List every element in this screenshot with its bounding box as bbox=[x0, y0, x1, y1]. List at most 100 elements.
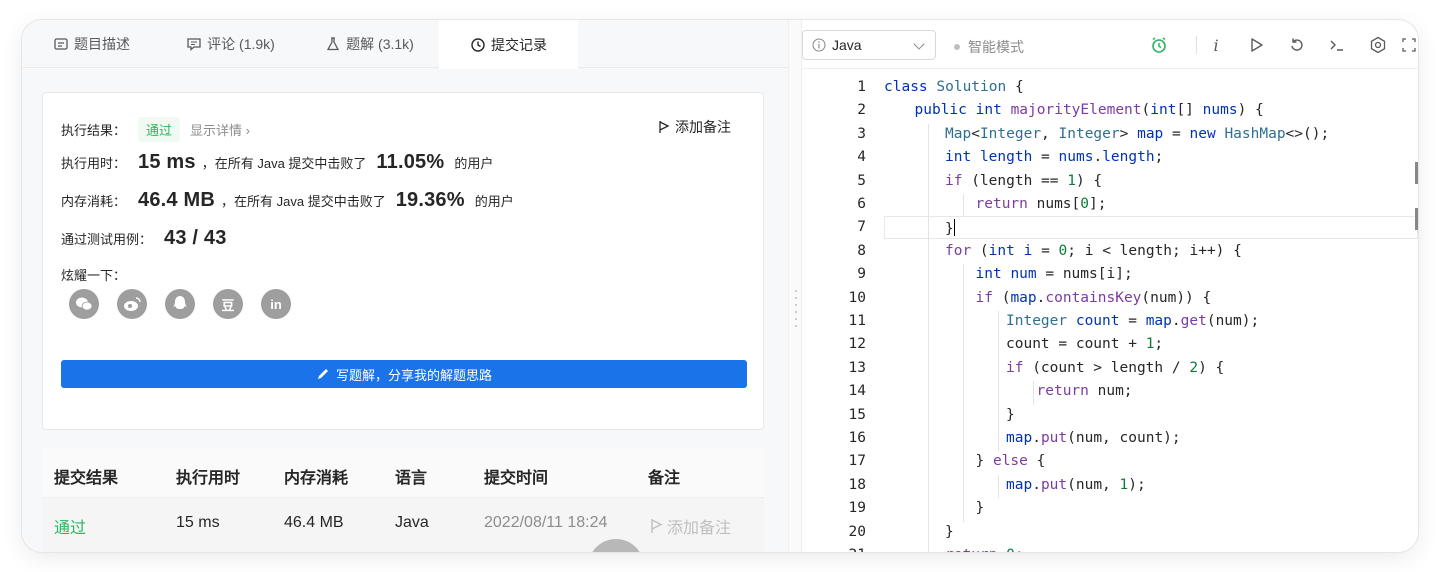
indent-guide bbox=[998, 474, 999, 499]
col-result: 提交结果 bbox=[54, 470, 119, 487]
write-solution-button[interactable]: 写题解，分享我的解题思路 bbox=[61, 360, 747, 388]
write-solution-label: 写题解，分享我的解题思路 bbox=[335, 367, 492, 383]
indent-guide bbox=[963, 311, 964, 335]
code-line: 16 map.put(num, count); bbox=[802, 428, 1418, 452]
tab-solutions[interactable]: 题解 (3.1k) bbox=[300, 20, 439, 68]
indent-guide bbox=[928, 474, 929, 499]
clock-icon bbox=[471, 37, 485, 52]
code-text: Map<Integer, Integer> map = new HashMap<… bbox=[945, 125, 1330, 142]
weibo-icon[interactable] bbox=[117, 289, 147, 319]
douban-icon[interactable]: 豆 bbox=[213, 289, 243, 319]
code-text: for (int i = 0; i < length; i++) { bbox=[945, 242, 1242, 259]
code-text: class Solution { bbox=[884, 79, 1024, 95]
indent-guide bbox=[998, 334, 999, 358]
code-line: 8 for (int i = 0; i < length; i++) { bbox=[802, 240, 1418, 265]
indent-guide bbox=[963, 451, 964, 475]
indent-guide bbox=[928, 194, 929, 218]
indent-guide bbox=[928, 381, 929, 405]
indent-guide bbox=[928, 240, 929, 265]
indent-guide bbox=[963, 404, 964, 428]
fullscreen-icon[interactable] bbox=[1398, 34, 1418, 56]
resize-grip-icon bbox=[794, 290, 797, 340]
indent-guide bbox=[998, 357, 999, 382]
col-submitted: 提交时间 bbox=[484, 470, 549, 487]
text-caret bbox=[953, 219, 956, 237]
smart-mode-toggle[interactable]: 智能模式 bbox=[954, 37, 1024, 57]
indent-guide bbox=[963, 334, 964, 358]
tab-comments[interactable]: 评论 (1.9k) bbox=[161, 20, 300, 68]
code-text: return num; bbox=[1036, 383, 1133, 400]
toolbar-divider bbox=[1196, 36, 1197, 54]
smart-mode-label: 智能模式 bbox=[968, 39, 1024, 55]
tests-row: 通过测试用例： 43 / 43 bbox=[61, 227, 227, 250]
indent-guide bbox=[928, 334, 929, 358]
qq-icon[interactable] bbox=[165, 289, 195, 319]
tab-description[interactable]: 题目描述 bbox=[22, 20, 161, 68]
submissions-table: 提交结果 执行用时 内存消耗 语言 提交时间 备注 通过 15 ms 46.4 … bbox=[42, 448, 764, 552]
code-text: map.put(num, 1); bbox=[1006, 476, 1146, 493]
line-number: 2 bbox=[857, 102, 866, 119]
line-number: 18 bbox=[848, 476, 866, 493]
code-text: int length = nums.length; bbox=[945, 149, 1164, 166]
col-memory: 内存消耗 bbox=[284, 470, 349, 487]
code-text: } bbox=[945, 219, 956, 238]
code-editor[interactable]: 1 class Solution { 2 public int majorityEle… bbox=[802, 69, 1418, 552]
indent-guide bbox=[963, 474, 964, 499]
runtime-percentile: 11.05% bbox=[376, 151, 445, 173]
info-icon[interactable]: i bbox=[1205, 34, 1227, 56]
tab-label: 题解 (3.1k) bbox=[346, 36, 414, 52]
console-icon[interactable] bbox=[1326, 34, 1348, 56]
code-text: } bbox=[945, 523, 954, 540]
memory-value: 46.4 MB bbox=[138, 189, 216, 211]
language-select[interactable]: Java bbox=[802, 30, 936, 60]
indent-guide bbox=[928, 428, 929, 452]
line-number: 14 bbox=[848, 383, 866, 400]
code-line: 21 return 0; bbox=[802, 545, 1418, 552]
code-line: 7} bbox=[802, 217, 1418, 241]
code-text: int num = nums[i]; bbox=[975, 266, 1133, 283]
indent-guide bbox=[963, 498, 964, 522]
code-line: 5 if (length == 1) { bbox=[802, 170, 1418, 194]
linkedin-icon[interactable]: in bbox=[261, 289, 291, 319]
panel-resizer[interactable] bbox=[788, 20, 802, 552]
indent-guide bbox=[963, 287, 964, 311]
line-number: 5 bbox=[857, 172, 866, 189]
tests-value: 43 / 43 bbox=[164, 227, 227, 249]
tab-label: 评论 (1.9k) bbox=[207, 36, 275, 52]
code-text: public int majorityElement(int[] nums) { bbox=[914, 102, 1264, 119]
table-row[interactable]: 通过 15 ms 46.4 MB Java 2022/08/11 18:24 添… bbox=[42, 498, 764, 552]
memory-mid-text: ，在所有 Java 提交中击败了 bbox=[221, 194, 386, 209]
settings-icon[interactable] bbox=[1367, 34, 1389, 56]
reset-icon[interactable] bbox=[1286, 34, 1308, 56]
info-circle-icon bbox=[812, 38, 826, 52]
line-number: 4 bbox=[857, 149, 866, 166]
tab-submissions[interactable]: 提交记录 bbox=[439, 20, 578, 69]
wechat-icon[interactable] bbox=[69, 289, 99, 319]
add-note-button[interactable]: 添加备注 bbox=[658, 117, 731, 137]
code-line: 6 return nums[0]; bbox=[802, 194, 1418, 218]
code-line: 3 Map<Integer, Integer> map = new HashMap… bbox=[802, 123, 1418, 148]
indent-guide bbox=[963, 264, 964, 288]
row-note-label: 添加备注 bbox=[667, 520, 732, 537]
code-line: 4 int length = nums.length; bbox=[802, 147, 1418, 171]
line-number: 20 bbox=[848, 523, 866, 540]
row-language: Java bbox=[395, 514, 429, 531]
scrollbar-marker bbox=[1415, 162, 1418, 184]
memory-percentile: 19.36% bbox=[395, 189, 465, 211]
code-text: count = count + 1; bbox=[1006, 336, 1164, 353]
table-header: 提交结果 执行用时 内存消耗 语言 提交时间 备注 bbox=[42, 448, 764, 498]
code-text: Integer count = map.get(num); bbox=[1006, 313, 1260, 329]
run-icon[interactable] bbox=[1246, 34, 1268, 56]
alarm-icon[interactable] bbox=[1148, 34, 1170, 56]
row-add-note[interactable]: 添加备注 bbox=[650, 514, 731, 538]
code-text: } bbox=[975, 500, 985, 517]
line-number: 8 bbox=[857, 242, 866, 259]
code-line: 13 if (count > length / 2) { bbox=[802, 357, 1418, 382]
line-number: 16 bbox=[848, 430, 866, 446]
code-text: return nums[0]; bbox=[975, 196, 1107, 212]
line-number: 1 bbox=[857, 79, 866, 95]
show-detail-link[interactable]: 显示详情 › bbox=[190, 120, 250, 139]
indent-guide bbox=[963, 381, 964, 405]
row-result[interactable]: 通过 bbox=[54, 514, 86, 538]
indent-guide bbox=[928, 498, 929, 522]
